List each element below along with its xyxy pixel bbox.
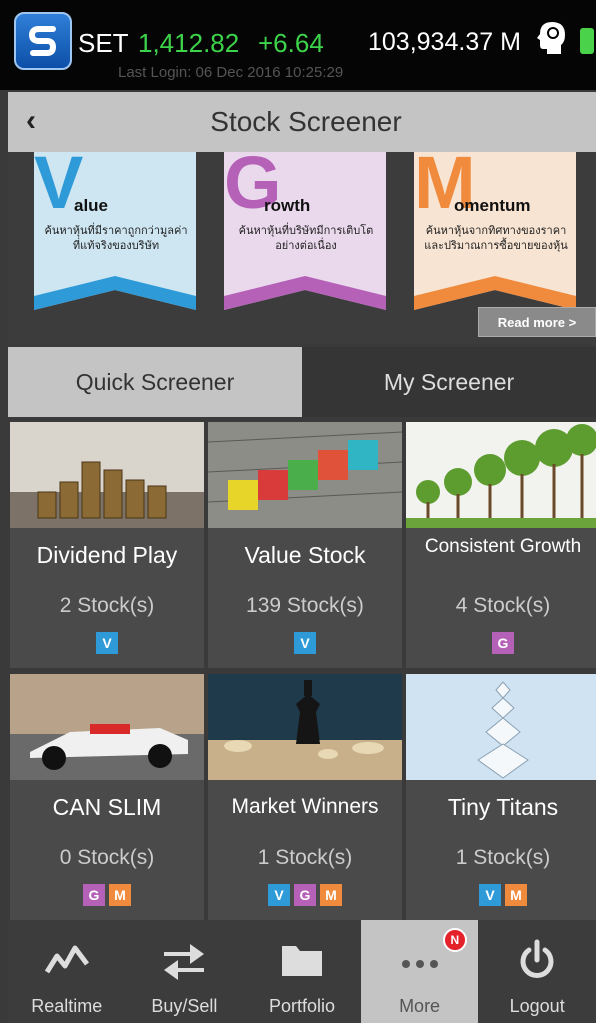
badge-group: G M [10,884,204,906]
screener-card-tiny-titans[interactable]: Tiny Titans 1 Stock(s) V M [406,674,596,920]
value-badge: V [294,632,316,654]
value-badge: V [96,632,118,654]
screener-count: 4 Stock(s) [455,594,551,617]
title-bar: Stock Screener ‹ [8,92,596,152]
power-icon [520,939,554,978]
momentum-ribbon[interactable]: M omentum ค้นหาหุ้นจากทิศทางของราคาและปร… [414,146,576,310]
strategy-banner[interactable]: V alue ค้นหาหุ้นที่มีราคาถูกกว่ามูลค่าที… [8,146,596,344]
bottom-navigation: Realtime Buy/Sell Portfolio N More Logou… [8,920,596,1023]
ribbon-word: omentum [454,196,531,215]
badge-group: V [208,632,402,654]
ribbon-description: ค้นหาหุ้นจากทิศทางของราคาและปริมาณการซื้… [424,225,568,252]
growth-ribbon[interactable]: G rowth ค้นหาหุ้นที่บริษัทมีการเติบโตอย่… [224,146,386,310]
screener-title: Consistent Growth [424,536,582,557]
tab-my-screener[interactable]: My Screener [302,347,596,417]
ribbon-word: rowth [264,196,311,215]
screener-card-consistent-growth[interactable]: Consistent Growth 4 Stock(s) G [406,422,596,668]
nav-label: Realtime [31,996,103,1016]
status-bar: SET 1,412.82 +6.64 103,934.37 M Last Log… [0,0,596,90]
nav-label: Logout [509,996,565,1016]
nav-realtime[interactable]: Realtime [8,920,126,1023]
notification-badge: N [442,928,467,952]
battery-icon [580,28,594,54]
badge-group: V M [406,884,596,906]
nav-more[interactable]: N More [360,920,479,1023]
badge-group: V G M [208,884,402,906]
badge-group: V [10,632,204,654]
page-title: Stock Screener [210,106,402,137]
momentum-badge: M [109,884,131,906]
race-car-image [10,674,204,780]
growing-trees-image [406,422,596,528]
value-badge: V [479,884,501,906]
last-login-text: Last Login: 06 Dec 2016 10:25:29 [118,64,344,81]
logo-icon [28,26,57,56]
screener-count: 139 Stock(s) [246,594,364,617]
app-logo[interactable] [14,12,72,70]
more-dots-icon [401,960,438,968]
screener-count: 0 Stock(s) [59,846,155,869]
badge-group: G [406,632,596,654]
index-value: 1,412.82 [138,28,240,58]
ribbon-description: ค้นหาหุ้นที่มีราคาถูกกว่ามูลค่าที่แท้จริ… [44,225,188,252]
nav-buy-sell[interactable]: Buy/Sell [126,920,244,1023]
index-volume: 103,934.37 M [368,28,521,56]
screener-grid: Dividend Play 2 Stock(s) V Value Stock 1 [8,422,596,920]
tab-quick-screener[interactable]: Quick Screener [8,347,302,417]
value-badge: V [268,884,290,906]
coins-image [10,422,204,528]
screener-card-value-stock[interactable]: Value Stock 139 Stock(s) V [208,422,402,668]
profile-head-icon[interactable] [535,18,569,58]
ribbon-word: alue [74,196,109,215]
growth-badge: G [294,884,316,906]
nav-label: Portfolio [268,996,335,1016]
read-more-button[interactable]: Read more > [478,307,596,337]
screener-count: 1 Stock(s) [257,846,353,869]
nav-label: Buy/Sell [151,996,218,1016]
value-blocks-image [208,422,402,528]
index-change: +6.64 [258,28,324,58]
index-name: SET [78,28,129,58]
line-chart-icon [44,945,89,974]
growth-badge: G [83,884,105,906]
momentum-badge: M [505,884,527,906]
momentum-badge: M [320,884,342,906]
screener-title: CAN SLIM [52,794,162,820]
transfer-arrows-icon [164,944,205,980]
diamond-stack-image [406,674,596,780]
screener-card-can-slim[interactable]: CAN SLIM 0 Stock(s) G M [10,674,204,920]
value-ribbon[interactable]: V alue ค้นหาหุ้นที่มีราคาถูกกว่ามูลค่าที… [34,146,196,310]
screener-count: 2 Stock(s) [59,594,155,617]
ribbon-description: ค้นหาหุ้นที่บริษัทมีการเติบโตอย่างต่อเนื… [238,225,374,252]
screener-title: Tiny Titans [447,794,559,820]
screener-title: Dividend Play [36,542,178,568]
nav-label: More [399,996,441,1016]
growth-badge: G [492,632,514,654]
app-root: SET 1,412.82 +6.64 103,934.37 M Last Log… [0,0,596,1023]
screener-tabs: Quick Screener My Screener [8,347,596,417]
screener-title: Market Winners [231,795,379,818]
screener-card-market-winners[interactable]: Market Winners 1 Stock(s) V G M [208,674,402,920]
screener-count: 1 Stock(s) [455,846,551,869]
nav-portfolio[interactable]: Portfolio [243,920,361,1023]
folder-icon [281,946,322,976]
chess-king-image [208,674,402,780]
screener-card-dividend-play[interactable]: Dividend Play 2 Stock(s) V [10,422,204,668]
nav-logout[interactable]: Logout [478,920,596,1023]
back-chevron-icon[interactable]: ‹ [26,106,36,136]
screener-title: Value Stock [244,542,366,568]
